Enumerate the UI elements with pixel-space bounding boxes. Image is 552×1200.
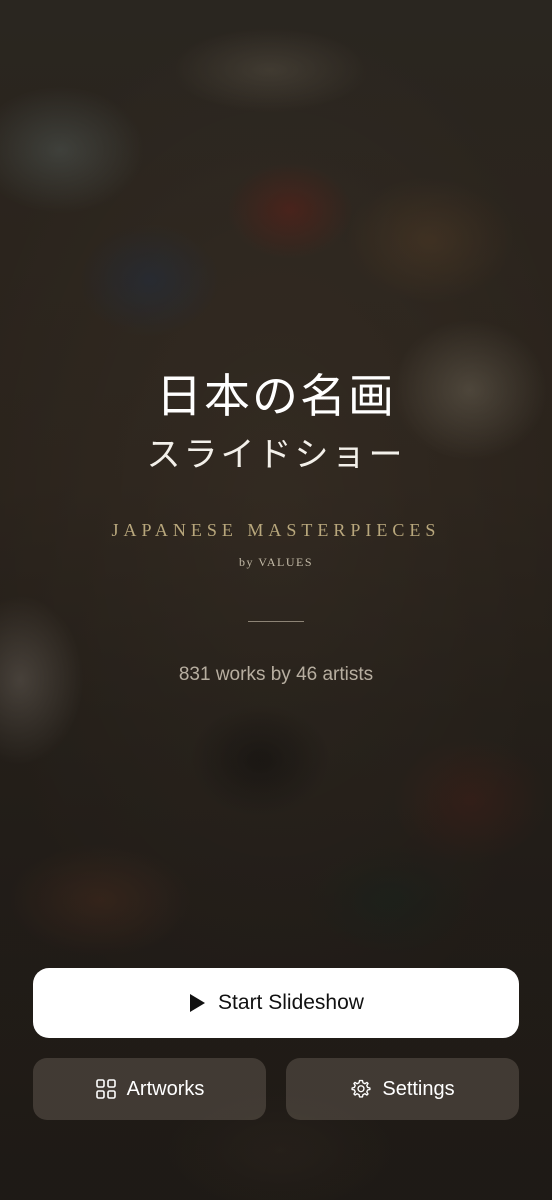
grid-icon (95, 1079, 116, 1099)
gear-icon (351, 1079, 371, 1098)
artworks-label: Artworks (126, 1077, 205, 1100)
launch-screen: 日本の名画 スライドショー JAPANESE MASTERPIECES by V… (0, 0, 552, 1200)
byline: by VALUES (238, 555, 314, 569)
start-slideshow-label: Start Slideshow (218, 991, 364, 1014)
artworks-button[interactable]: Artworks (33, 1058, 266, 1120)
collection-stats: 831 works by 46 artists (178, 664, 374, 685)
app-subtitle: スライドショー (146, 435, 406, 475)
start-slideshow-button[interactable]: Start Slideshow (33, 968, 519, 1038)
divider (248, 621, 304, 622)
settings-label: Settings (382, 1077, 455, 1100)
title-block: 日本の名画 スライドショー JAPANESE MASTERPIECES by V… (0, 366, 552, 686)
app-title: 日本の名画 (156, 369, 396, 423)
play-icon (190, 994, 206, 1012)
english-title: JAPANESE MASTERPIECES (111, 520, 441, 540)
settings-button[interactable]: Settings (286, 1058, 519, 1120)
